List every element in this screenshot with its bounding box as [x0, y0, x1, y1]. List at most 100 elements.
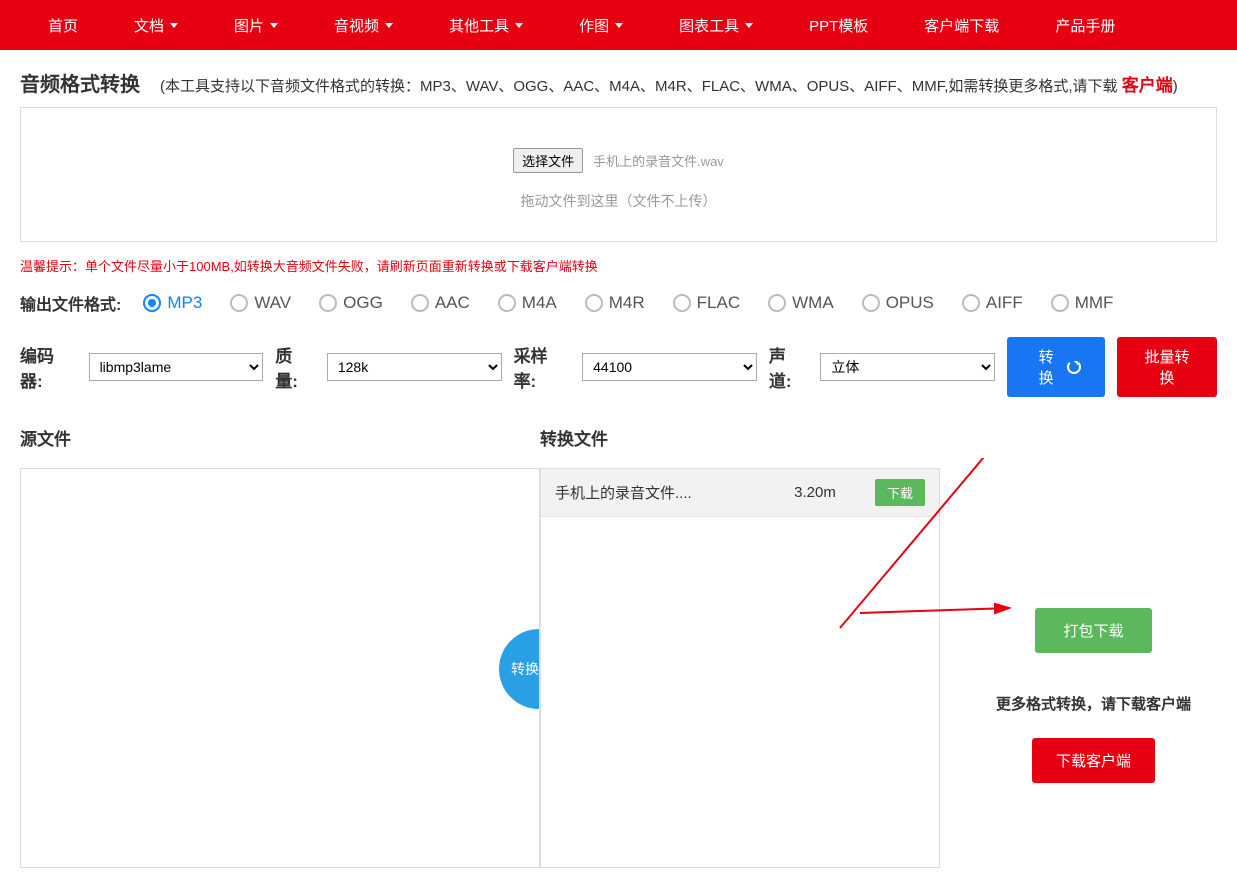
top-navbar: 首页 文档 图片 音视频 其他工具 作图 图表工具 PPT模板 客户端下载 产品手册 [0, 0, 1237, 50]
format-radio-label: OGG [343, 293, 383, 313]
nav-item-label: 产品手册 [1055, 15, 1115, 36]
quality-select[interactable]: 128k [327, 353, 502, 381]
nav-item-5[interactable]: 作图 [551, 0, 651, 50]
nav-item-1[interactable]: 文档 [106, 0, 206, 50]
options-row: 编码器: libmp3lame 质量: 128k 采样率: 44100 声道: … [0, 323, 1237, 411]
result-filename: 手机上的录音文件.... [555, 482, 775, 503]
nav-item-label: 客户端下载 [924, 15, 999, 36]
format-radio-wma[interactable]: WMA [768, 293, 834, 313]
uploaded-filename: 手机上的录音文件.wav [593, 154, 724, 169]
chevron-down-icon [615, 23, 623, 28]
format-radio-label: M4A [522, 293, 557, 313]
channel-label: 声道: [769, 342, 809, 392]
chevron-down-icon [385, 23, 393, 28]
result-panel-label: 转换文件 [540, 417, 608, 458]
drag-hint: 拖动文件到这里（文件不上传） [41, 191, 1196, 211]
rate-select[interactable]: 44100 [582, 353, 757, 381]
nav-item-label: 图片 [234, 15, 264, 36]
format-radio-label: AIFF [986, 293, 1023, 313]
format-radio-mp3[interactable]: MP3 [143, 293, 202, 313]
radio-icon [230, 294, 248, 312]
more-formats-text: 更多格式转换，请下载客户端 [970, 693, 1217, 714]
nav-item-label: 图表工具 [679, 15, 739, 36]
choose-file-button[interactable]: 选择文件 [513, 148, 583, 173]
format-radio-label: MP3 [167, 293, 202, 313]
nav-item-2[interactable]: 图片 [206, 0, 306, 50]
rate-label: 采样率: [514, 342, 571, 392]
nav-item-8[interactable]: 客户端下载 [896, 0, 1027, 50]
download-button[interactable]: 下载 [875, 479, 925, 506]
format-radio-aiff[interactable]: AIFF [962, 293, 1023, 313]
nav-item-label: 作图 [579, 15, 609, 36]
format-radio-label: AAC [435, 293, 470, 313]
result-size: 3.20m [775, 484, 855, 501]
download-client-button[interactable]: 下载客户端 [1032, 738, 1155, 783]
quality-label: 质量: [275, 342, 315, 392]
chevron-down-icon [745, 23, 753, 28]
nav-item-label: PPT模板 [809, 15, 868, 36]
nav-item-7[interactable]: PPT模板 [781, 0, 896, 50]
radio-icon [585, 294, 603, 312]
result-row: 手机上的录音文件.... 3.20m 下载 [541, 469, 939, 517]
right-panel: 打包下载 更多格式转换，请下载客户端 下载客户端 [940, 468, 1217, 868]
nav-item-3[interactable]: 音视频 [306, 0, 421, 50]
radio-icon [498, 294, 516, 312]
result-panel: 手机上的录音文件.... 3.20m 下载 [540, 468, 940, 868]
nav-item-6[interactable]: 图表工具 [651, 0, 781, 50]
page-title: 音频格式转换 [20, 68, 140, 97]
chevron-down-icon [170, 23, 178, 28]
nav-item-label: 文档 [134, 15, 164, 36]
upload-box[interactable]: 选择文件 手机上的录音文件.wav 拖动文件到这里（文件不上传） [20, 107, 1217, 242]
chevron-down-icon [515, 23, 523, 28]
format-radio-m4r[interactable]: M4R [585, 293, 645, 313]
format-radio-label: FLAC [697, 293, 740, 313]
subtitle-prefix: (本工具支持以下音频文件格式的转换：MP3、WAV、OGG、AAC、M4A、M4… [160, 78, 1122, 95]
radio-icon [768, 294, 786, 312]
format-label: 输出文件格式: [20, 291, 121, 315]
nav-item-9[interactable]: 产品手册 [1027, 0, 1143, 50]
subtitle-suffix: ) [1173, 78, 1178, 95]
format-radio-opus[interactable]: OPUS [862, 293, 934, 313]
chevron-down-icon [270, 23, 278, 28]
radio-icon [673, 294, 691, 312]
panels-container: 转换完毕 手机上的录音文件.... 3.20m 下载 打包下载 更多格式转换，请… [0, 458, 1237, 878]
format-radio-ogg[interactable]: OGG [319, 293, 383, 313]
pack-download-button[interactable]: 打包下载 [1035, 608, 1151, 653]
convert-button-label: 转换 [1031, 346, 1061, 388]
radio-icon [319, 294, 337, 312]
status-badge: 转换完毕 [499, 629, 540, 709]
format-radio-mmf[interactable]: MMF [1051, 293, 1114, 313]
nav-item-0[interactable]: 首页 [20, 0, 106, 50]
format-radio-wav[interactable]: WAV [230, 293, 291, 313]
format-radio-label: WAV [254, 293, 291, 313]
radio-icon [862, 294, 880, 312]
page-subtitle: (本工具支持以下音频文件格式的转换：MP3、WAV、OGG、AAC、M4A、M4… [160, 71, 1178, 96]
format-radio-label: OPUS [886, 293, 934, 313]
nav-item-label: 音视频 [334, 15, 379, 36]
refresh-icon [1067, 360, 1081, 374]
nav-item-label: 首页 [48, 15, 78, 36]
encoder-select[interactable]: libmp3lame [89, 353, 264, 381]
format-row: 输出文件格式: MP3 WAV OGG AAC M4A M4R FLAC WMA OPUS AIF… [0, 283, 1237, 323]
format-radio-label: MMF [1075, 293, 1114, 313]
format-radio-m4a[interactable]: M4A [498, 293, 557, 313]
header-row: 音频格式转换 (本工具支持以下音频文件格式的转换：MP3、WAV、OGG、AAC… [0, 50, 1237, 107]
radio-icon [143, 294, 161, 312]
channel-select[interactable]: 立体 [820, 353, 995, 381]
format-radio-label: M4R [609, 293, 645, 313]
radio-icon [962, 294, 980, 312]
radio-icon [411, 294, 429, 312]
nav-item-label: 其他工具 [449, 15, 509, 36]
convert-button[interactable]: 转换 [1007, 337, 1105, 397]
radio-icon [1051, 294, 1069, 312]
source-panel-label: 源文件 [20, 417, 540, 458]
client-link[interactable]: 客户端 [1122, 76, 1173, 95]
batch-convert-button[interactable]: 批量转换 [1117, 337, 1217, 397]
nav-item-4[interactable]: 其他工具 [421, 0, 551, 50]
format-radio-flac[interactable]: FLAC [673, 293, 740, 313]
encoder-label: 编码器: [20, 342, 77, 392]
source-panel: 转换完毕 [20, 468, 540, 868]
warning-text: 温馨提示：单个文件尽量小于100MB,如转换大音频文件失败，请刷新页面重新转换或… [0, 242, 1237, 283]
format-radio-label: WMA [792, 293, 834, 313]
format-radio-aac[interactable]: AAC [411, 293, 470, 313]
